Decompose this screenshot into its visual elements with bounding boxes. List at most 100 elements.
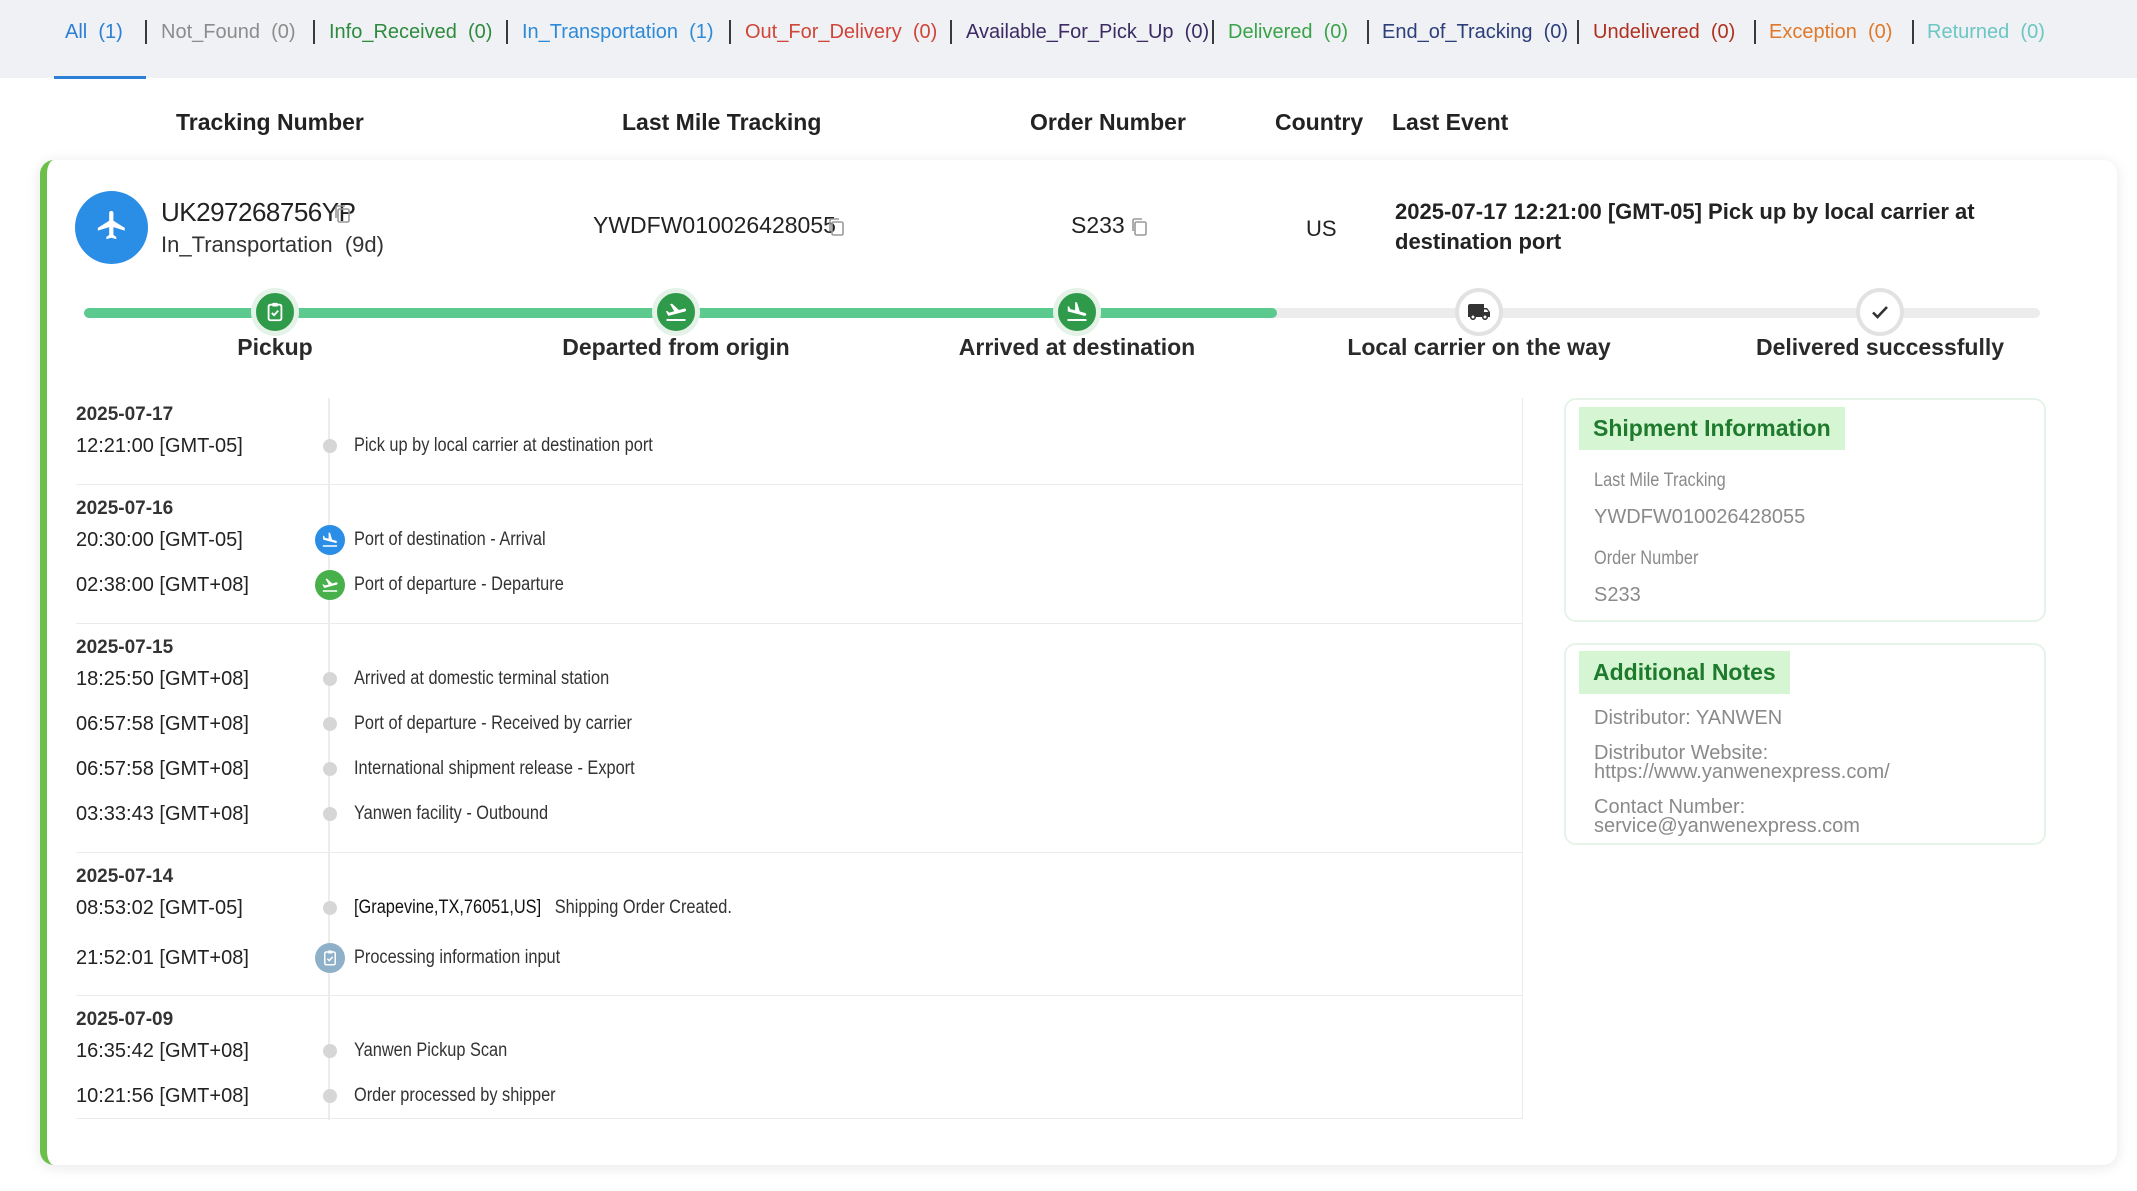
- tab-separator: [1577, 20, 1579, 44]
- plane-arrival-icon: [1067, 302, 1087, 321]
- timeline-right-border: [1522, 398, 1523, 1119]
- timeline-group-divider: [76, 484, 1523, 485]
- tab-available-for-pick-up[interactable]: Available_For_Pick_Up (0): [966, 20, 1209, 44]
- tab-separator: [313, 20, 315, 44]
- tab-separator: [950, 20, 952, 44]
- timeline-time: 08:53:02 [GMT-05]: [76, 897, 243, 919]
- timeline-time: 10:21:56 [GMT+08]: [76, 1085, 249, 1107]
- step-label-arrived: Arrived at destination: [958, 334, 1196, 360]
- tab-info-received[interactable]: Info_Received (0): [329, 20, 492, 44]
- timeline-dot: [323, 672, 337, 686]
- tab-not-found[interactable]: Not_Found (0): [161, 20, 296, 44]
- tab-all[interactable]: All (1): [65, 20, 123, 44]
- copy-icon[interactable]: [827, 217, 845, 237]
- active-tab-indicator: [54, 76, 146, 79]
- tab-undelivered[interactable]: Undelivered (0): [1593, 20, 1735, 44]
- timeline-description: Port of departure - Received by carrier: [354, 713, 632, 734]
- tab-separator: [1212, 20, 1214, 44]
- timeline-line: [328, 398, 330, 1120]
- tab-separator: [1367, 20, 1369, 44]
- timeline-dot: [323, 1089, 337, 1103]
- distributor-website-label: Distributor Website:: [1594, 742, 1769, 764]
- step-label-delivered: Delivered successfully: [1755, 334, 2005, 360]
- timeline-date: 2025-07-15: [76, 637, 174, 658]
- tab-delivered[interactable]: Delivered (0): [1228, 20, 1348, 44]
- timeline-date: 2025-07-14: [76, 866, 174, 887]
- tab-separator: [729, 20, 731, 44]
- additional-notes-title: Additional Notes: [1579, 651, 1790, 694]
- column-header-tracking-number: Tracking Number: [176, 109, 364, 135]
- tab-end-of-tracking[interactable]: End_of_Tracking (0): [1382, 20, 1568, 44]
- tracking-number[interactable]: UK297268756YP: [161, 197, 356, 228]
- column-header-country: Country: [1275, 109, 1364, 135]
- tab-separator: [506, 20, 508, 44]
- column-header-last-event: Last Event: [1392, 109, 1509, 135]
- timeline-group-divider: [76, 995, 1523, 996]
- timeline-time: 12:21:00 [GMT-05]: [76, 435, 243, 457]
- status-tabs-bar: All (1) Not_Found (0) Info_Received (0) …: [0, 0, 2137, 79]
- column-header-order-number: Order Number: [1030, 109, 1186, 135]
- tab-out-for-delivery[interactable]: Out_For_Delivery (0): [745, 20, 937, 44]
- shipment-info-last-mile-label: Last Mile Tracking: [1594, 470, 1726, 491]
- plane-arrival-icon: [315, 525, 345, 555]
- timeline-dot: [323, 762, 337, 776]
- timeline-time: 18:25:50 [GMT+08]: [76, 668, 249, 690]
- timeline-time: 02:38:00 [GMT+08]: [76, 574, 249, 596]
- last-event-line2: destination port: [1395, 229, 1562, 254]
- clipboard-check-icon: [267, 302, 283, 322]
- timeline-date: 2025-07-17: [76, 404, 174, 425]
- timeline-date: 2025-07-16: [76, 498, 174, 519]
- plane-departure-icon: [665, 303, 687, 321]
- tab-returned[interactable]: Returned (0): [1927, 20, 2045, 44]
- distributor-name: Distributor: YANWEN: [1594, 707, 1783, 729]
- timeline-dot: [323, 901, 337, 915]
- tab-exception[interactable]: Exception (0): [1769, 20, 1892, 44]
- step-label-local-carrier: Local carrier on the way: [1347, 334, 1611, 360]
- timeline-description: Arrived at domestic terminal station: [354, 668, 610, 689]
- step-pickup: [251, 288, 299, 336]
- shipment-info-last-mile-value: YWDFW010026428055: [1594, 506, 1806, 528]
- timeline-description: Yanwen facility - Outbound: [354, 803, 549, 824]
- step-label-departed: Departed from origin: [562, 334, 790, 360]
- tab-separator: [1754, 20, 1756, 44]
- column-header-last-mile: Last Mile Tracking: [622, 109, 822, 135]
- timeline-group-divider: [76, 623, 1523, 624]
- tab-in-transportation[interactable]: In_Transportation (1): [522, 20, 714, 44]
- timeline-description: Port of departure - Departure: [354, 574, 564, 595]
- truck-icon: [1468, 304, 1490, 320]
- timeline-time: 16:35:42 [GMT+08]: [76, 1040, 249, 1062]
- step-departed: [652, 288, 700, 336]
- timeline-dot: [323, 807, 337, 821]
- timeline-time: 06:57:58 [GMT+08]: [76, 758, 249, 780]
- timeline-date: 2025-07-09: [76, 1009, 174, 1030]
- checkmark-icon: [1872, 306, 1888, 319]
- timeline-description: Pick up by local carrier at destination …: [354, 435, 653, 456]
- contact-number-label: Contact Number:: [1594, 796, 1746, 818]
- timeline-description: Order processed by shipper: [354, 1085, 556, 1106]
- country-code: US: [1306, 216, 1337, 241]
- contact-email-link[interactable]: service@yanwenexpress.com: [1594, 816, 1860, 836]
- shipment-info-title: Shipment Information: [1579, 407, 1845, 450]
- timeline-description: Yanwen Pickup Scan: [354, 1040, 508, 1061]
- order-number[interactable]: S233: [1071, 212, 1125, 239]
- copy-icon[interactable]: [333, 204, 351, 224]
- timeline-time: 20:30:00 [GMT-05]: [76, 529, 243, 551]
- tab-separator: [1912, 20, 1914, 44]
- timeline-description: Port of destination - Arrival: [354, 529, 546, 550]
- shipment-info-order-label: Order Number: [1594, 548, 1699, 569]
- timeline-time: 06:57:58 [GMT+08]: [76, 713, 249, 735]
- timeline-dot: [323, 439, 337, 453]
- timeline-dot: [323, 1044, 337, 1058]
- step-local-carrier: [1455, 288, 1503, 336]
- distributor-website-link[interactable]: https://www.yanwenexpress.com/: [1594, 762, 1890, 782]
- clipboard-check-icon: [315, 943, 345, 973]
- timeline-dot: [323, 717, 337, 731]
- copy-icon[interactable]: [1130, 217, 1148, 237]
- timeline-group-divider: [76, 852, 1523, 853]
- timeline-location: [Grapevine,TX,76051,US]: [354, 897, 542, 918]
- avatar: [75, 191, 148, 264]
- timeline-time: 03:33:43 [GMT+08]: [76, 803, 249, 825]
- last-event-line1: 2025-07-17 12:21:00 [GMT-05] Pick up by …: [1395, 199, 1975, 224]
- last-mile-number[interactable]: YWDFW010026428055: [593, 212, 836, 239]
- shipment-status: In_Transportation (9d): [161, 232, 384, 257]
